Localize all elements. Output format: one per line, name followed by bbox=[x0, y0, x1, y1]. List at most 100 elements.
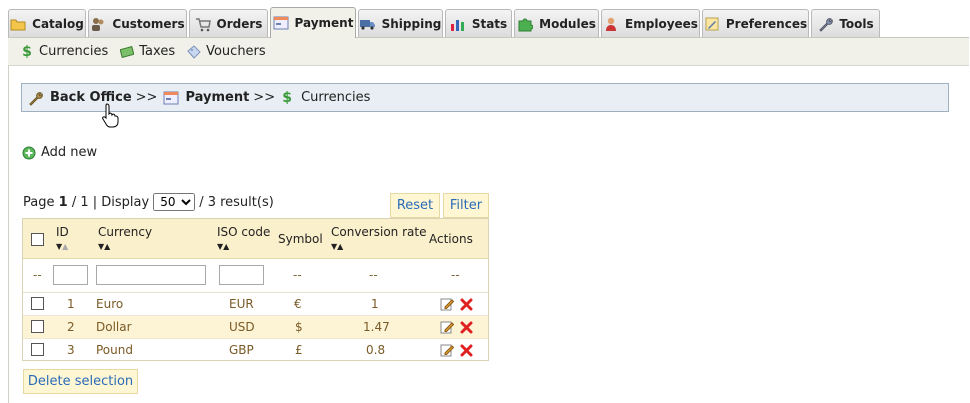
breadcrumb-current: Currencies bbox=[301, 90, 371, 105]
edit-icon[interactable] bbox=[439, 342, 455, 358]
header-iso-code: ISO code bbox=[217, 225, 271, 239]
sort-asc-icon[interactable]: ▲ bbox=[104, 242, 110, 251]
filter-placeholder: -- bbox=[33, 268, 42, 282]
tab-employees[interactable]: Employees bbox=[601, 9, 700, 37]
tab-label: Orders bbox=[216, 16, 263, 31]
tab-shipping[interactable]: Shipping bbox=[358, 9, 443, 37]
header-id: ID bbox=[56, 225, 69, 239]
breadcrumb-separator: >> bbox=[253, 90, 276, 105]
submenu-item-vouchers[interactable]: Vouchers bbox=[187, 44, 266, 59]
delete-icon[interactable] bbox=[458, 319, 474, 335]
tab-payment[interactable]: Payment bbox=[270, 7, 356, 38]
row-iso: USD bbox=[229, 320, 255, 334]
edit-icon[interactable] bbox=[439, 319, 455, 335]
stats-icon bbox=[450, 16, 466, 32]
tab-label: Employees bbox=[625, 16, 698, 31]
sort-asc-icon[interactable]: ▲ bbox=[223, 242, 229, 251]
puzzle-icon bbox=[517, 16, 534, 32]
row-symbol: £ bbox=[295, 343, 303, 357]
display-count-select[interactable]: 50 bbox=[153, 193, 196, 211]
sort-asc-icon[interactable]: ▲ bbox=[62, 242, 68, 251]
header-symbol: Symbol bbox=[278, 232, 323, 246]
customers-icon bbox=[90, 16, 106, 32]
tab-preferences[interactable]: Preferences bbox=[702, 9, 809, 37]
breadcrumb-payment[interactable]: Payment bbox=[185, 90, 249, 105]
employee-icon bbox=[603, 16, 619, 32]
current-page: 1 bbox=[58, 194, 68, 210]
row-id: 2 bbox=[67, 320, 75, 334]
tab-tools[interactable]: Tools bbox=[811, 9, 880, 37]
page-total: / 1 bbox=[71, 194, 89, 210]
result-count: / 3 result(s) bbox=[199, 194, 274, 210]
page-label: Page bbox=[23, 194, 55, 210]
row-id: 1 bbox=[67, 297, 75, 311]
table-row[interactable]: 3 Pound GBP £ 0.8 bbox=[23, 339, 488, 362]
row-id: 3 bbox=[67, 343, 75, 357]
filter-id-input[interactable] bbox=[53, 265, 88, 285]
header-currency: Currency bbox=[98, 225, 153, 239]
tab-orders[interactable]: Orders bbox=[189, 9, 268, 37]
submenu-bar: $ Currencies Taxes Vouchers bbox=[8, 37, 969, 65]
sort-id[interactable]: ▼▲ bbox=[56, 243, 68, 251]
main-tab-bar: Catalog Customers Orders Payment Shippin… bbox=[0, 0, 970, 38]
row-iso: GBP bbox=[229, 343, 254, 357]
row-symbol: € bbox=[294, 297, 302, 311]
filter-button[interactable]: Filter bbox=[443, 193, 489, 218]
wrench-icon bbox=[28, 90, 44, 106]
filter-currency-input[interactable] bbox=[96, 265, 206, 285]
row-checkbox[interactable] bbox=[31, 343, 44, 356]
sort-currency[interactable]: ▼▲ bbox=[98, 243, 110, 251]
delete-icon[interactable] bbox=[458, 296, 474, 312]
preferences-icon bbox=[704, 16, 720, 32]
tab-stats[interactable]: Stats bbox=[445, 9, 512, 37]
add-icon bbox=[22, 146, 36, 159]
tab-catalog[interactable]: Catalog bbox=[8, 9, 86, 37]
filter-iso-input[interactable] bbox=[219, 265, 264, 285]
tab-customers[interactable]: Customers bbox=[88, 9, 187, 37]
truck-icon bbox=[359, 16, 376, 32]
tab-label: Tools bbox=[839, 16, 874, 31]
row-checkbox[interactable] bbox=[31, 297, 44, 310]
display-label: | Display bbox=[92, 194, 150, 210]
payment-icon bbox=[163, 90, 179, 106]
row-rate: 1.47 bbox=[363, 320, 390, 334]
table-row[interactable]: 2 Dollar USD $ 1.47 bbox=[23, 316, 488, 339]
tab-label: Catalog bbox=[32, 16, 84, 31]
money-icon bbox=[120, 45, 135, 59]
submenu-item-taxes[interactable]: Taxes bbox=[120, 44, 175, 59]
header-conversion-rate: Conversion rate bbox=[331, 225, 427, 239]
row-currency: Euro bbox=[96, 297, 124, 311]
payment-icon bbox=[273, 15, 289, 31]
row-iso: EUR bbox=[229, 297, 254, 311]
submenu-item-currencies[interactable]: $ Currencies bbox=[20, 44, 108, 60]
header-actions: Actions bbox=[429, 232, 473, 246]
folder-icon bbox=[10, 16, 26, 32]
tab-label: Customers bbox=[112, 16, 185, 31]
select-all-checkbox[interactable] bbox=[31, 233, 44, 246]
reset-button[interactable]: Reset bbox=[390, 193, 440, 218]
tab-label: Preferences bbox=[725, 16, 808, 31]
row-rate: 0.8 bbox=[366, 343, 386, 357]
sort-rate[interactable]: ▼▲ bbox=[331, 243, 343, 251]
table-row[interactable]: 1 Euro EUR € 1 bbox=[23, 293, 488, 316]
submenu-label: Taxes bbox=[139, 44, 176, 59]
pagination: Page 1 / 1 | Display 50 / 3 result(s) bbox=[23, 193, 274, 211]
tab-label: Payment bbox=[294, 16, 354, 30]
add-new-label: Add new bbox=[41, 145, 98, 160]
filter-placeholder: -- bbox=[369, 268, 378, 282]
filter-placeholder: -- bbox=[293, 268, 302, 282]
add-new-link[interactable]: Add new bbox=[22, 145, 97, 160]
sort-iso[interactable]: ▼▲ bbox=[217, 243, 229, 251]
edit-icon[interactable] bbox=[439, 296, 455, 312]
delete-icon[interactable] bbox=[458, 342, 474, 358]
sort-asc-icon[interactable]: ▲ bbox=[337, 242, 343, 251]
hand-cursor-icon bbox=[102, 103, 119, 128]
row-currency: Dollar bbox=[96, 320, 132, 334]
cart-icon bbox=[195, 16, 211, 32]
row-currency: Pound bbox=[96, 343, 133, 357]
tab-modules[interactable]: Modules bbox=[514, 9, 599, 37]
submenu-label: Vouchers bbox=[206, 44, 266, 59]
filter-row: -- -- -- -- bbox=[23, 259, 488, 293]
row-checkbox[interactable] bbox=[31, 320, 44, 333]
delete-selection-button[interactable]: Delete selection bbox=[23, 369, 138, 394]
